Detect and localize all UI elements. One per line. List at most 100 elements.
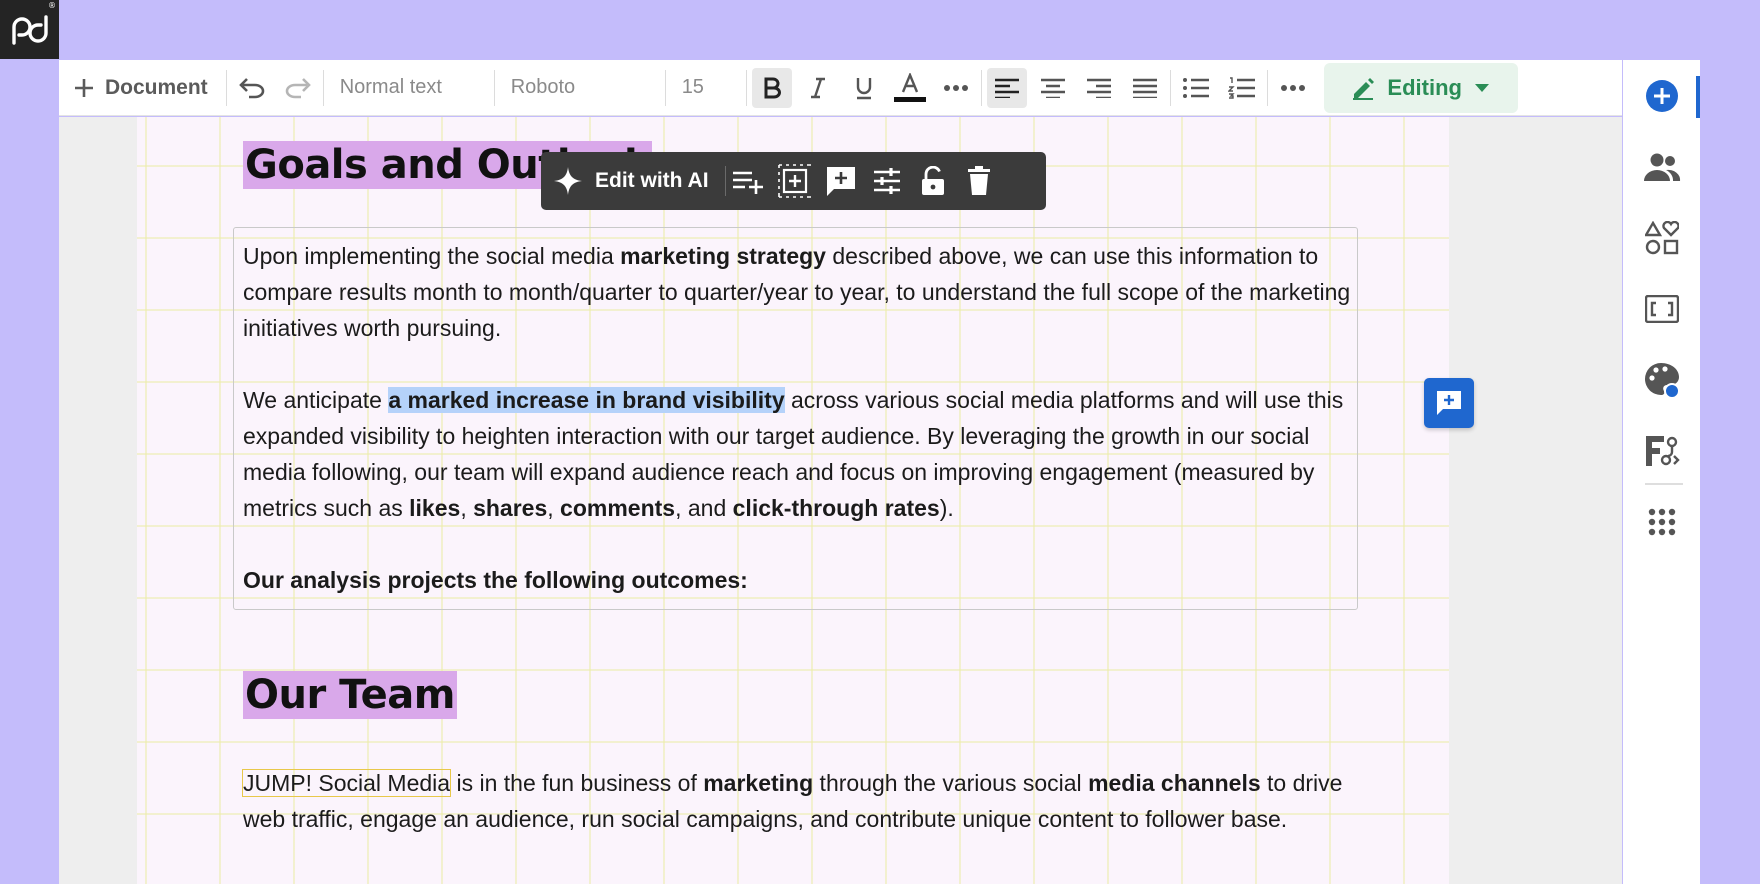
add-document-button[interactable]: Document: [59, 68, 224, 108]
text-style-value: Normal text: [339, 76, 442, 98]
editing-mode-button[interactable]: Editing: [1323, 62, 1518, 113]
toolbar-divider: [745, 69, 747, 106]
toolbar-divider: [322, 69, 324, 106]
document-canvas[interactable]: Goals and Outlook Upon implementing the …: [59, 117, 1622, 884]
italic-button[interactable]: [795, 68, 841, 108]
text-run: ,: [460, 495, 474, 521]
design-theme-button[interactable]: [1623, 352, 1700, 408]
lock-button[interactable]: [910, 152, 956, 210]
add-comment-icon: [1437, 391, 1461, 415]
more-icon: [1280, 84, 1305, 91]
underline-icon: [856, 77, 871, 99]
toolbar-divider: [1169, 69, 1171, 106]
chevron-down-icon: [1474, 83, 1489, 92]
trash-icon: [967, 166, 990, 195]
right-sidebar: [1623, 60, 1700, 884]
font-family-value: Roboto: [510, 76, 576, 98]
document-label: Document: [105, 75, 208, 99]
workflow-icon: [1645, 436, 1680, 466]
paragraph-team[interactable]: JUMP! Social Media is in the fun busines…: [241, 765, 1353, 837]
align-center-button[interactable]: [1030, 68, 1076, 108]
font-size-select[interactable]: 15: [668, 68, 744, 108]
pandadoc-logo[interactable]: ®: [0, 0, 59, 59]
highlighted-text[interactable]: a marked increase in brand visibility: [388, 387, 785, 413]
insert-below-button[interactable]: [726, 152, 772, 210]
plus-icon: [75, 78, 93, 97]
numbered-list-button[interactable]: [1219, 68, 1265, 108]
add-content-button[interactable]: [1623, 68, 1700, 124]
undo-icon: [238, 77, 264, 98]
align-justify-button[interactable]: [1122, 68, 1168, 108]
fields-button[interactable]: [1623, 210, 1700, 266]
plus-circle-icon: [1645, 80, 1678, 112]
add-comment-icon: [826, 167, 855, 196]
more-format-button[interactable]: [933, 68, 979, 108]
align-justify-icon: [1132, 78, 1157, 98]
people-icon: [1643, 153, 1680, 181]
paragraph-visibility[interactable]: We anticipate a marked increase in brand…: [243, 382, 1353, 526]
variables-button[interactable]: [1623, 281, 1700, 337]
pencil-icon: [1353, 77, 1375, 100]
document-page[interactable]: Goals and Outlook Upon implementing the …: [137, 117, 1449, 884]
sparkle-icon: [554, 167, 582, 195]
floating-add-comment-button[interactable]: [1424, 378, 1474, 428]
bold-text-run: comments: [560, 495, 676, 521]
more-options-button[interactable]: [1270, 68, 1316, 108]
align-left-icon: [994, 78, 1019, 98]
edit-with-ai-label: Edit with AI: [595, 169, 709, 192]
bold-text-run: shares: [473, 495, 548, 521]
text-run: Upon implementing the social media: [243, 243, 621, 269]
add-block-button[interactable]: [772, 152, 818, 210]
apps-button[interactable]: [1623, 494, 1700, 550]
align-right-button[interactable]: [1076, 68, 1122, 108]
delete-block-button[interactable]: [956, 152, 1002, 210]
add-block-icon: [777, 164, 811, 198]
paragraph-outcomes[interactable]: Our analysis projects the following outc…: [243, 562, 1353, 598]
brackets-icon: [1644, 295, 1679, 323]
bold-button[interactable]: [751, 67, 792, 108]
bullet-list-button[interactable]: [1173, 68, 1219, 108]
text-color-icon: [893, 72, 926, 102]
align-left-button[interactable]: [986, 67, 1027, 108]
outlined-text[interactable]: JUMP! Social Media: [241, 769, 452, 797]
heading-our-team[interactable]: Our Team: [243, 671, 457, 719]
text-run: ).: [939, 495, 954, 521]
bold-text-run: marketing: [703, 770, 814, 796]
numbered-list-icon: [1227, 76, 1255, 99]
toolbar-divider: [225, 69, 227, 106]
text-run: We anticipate: [243, 387, 389, 413]
sliders-icon: [873, 168, 900, 194]
add-line-icon: [732, 171, 763, 194]
bold-text-run: media channels: [1088, 770, 1261, 796]
grid-dots-icon: [1648, 508, 1675, 536]
toolbar-divider: [980, 69, 982, 106]
redo-icon: [285, 77, 311, 98]
font-family-select[interactable]: Roboto: [497, 68, 663, 108]
bold-text-run: likes: [409, 495, 461, 521]
workflow-button[interactable]: [1623, 423, 1700, 479]
add-comment-button[interactable]: [818, 152, 864, 210]
bullet-list-icon: [1182, 77, 1209, 98]
italic-icon: [810, 77, 825, 98]
redo-button[interactable]: [275, 68, 321, 108]
toolbar-divider: [1266, 69, 1268, 106]
editing-mode-label: Editing: [1387, 74, 1462, 100]
edit-with-ai-button[interactable]: Edit with AI: [541, 152, 725, 210]
block-settings-button[interactable]: [864, 152, 910, 210]
align-right-icon: [1086, 78, 1111, 98]
underline-button[interactable]: [841, 68, 887, 108]
undo-button[interactable]: [229, 68, 275, 108]
text-run: through the various social: [813, 770, 1089, 796]
text-color-button[interactable]: [887, 68, 933, 108]
font-size-value: 15: [681, 76, 704, 98]
bold-icon: [764, 77, 781, 98]
text-run: ,: [547, 495, 561, 521]
sidebar-divider: [1645, 483, 1683, 485]
paragraph-strategy[interactable]: Upon implementing the social media marke…: [243, 238, 1353, 346]
text-style-select[interactable]: Normal text: [326, 68, 492, 108]
text-run: is in the fun business of: [450, 770, 704, 796]
align-center-icon: [1040, 78, 1065, 98]
text-run: , and: [675, 495, 733, 521]
palette-icon: [1644, 363, 1680, 399]
recipients-button[interactable]: [1623, 139, 1700, 195]
